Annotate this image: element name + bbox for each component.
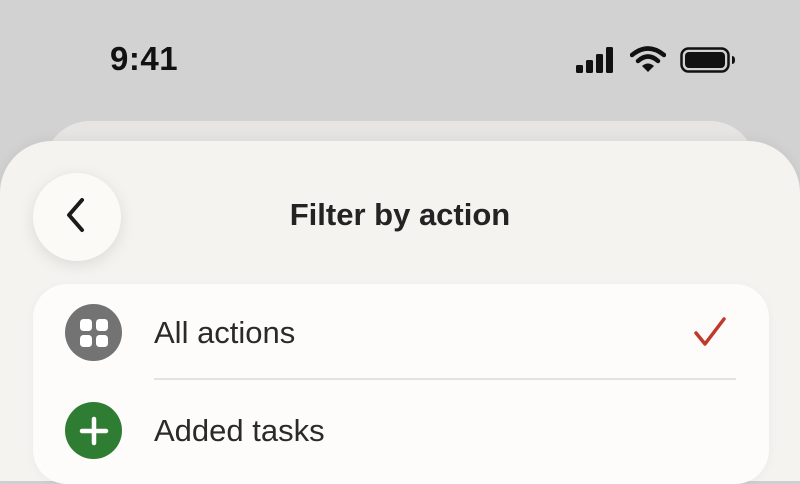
- cellular-signal-icon: [576, 46, 616, 73]
- status-icons: [576, 46, 736, 73]
- wifi-icon: [630, 46, 666, 73]
- grid-icon: [65, 304, 122, 361]
- status-bar: 9:41: [0, 0, 800, 120]
- list-item-label: All actions: [154, 315, 296, 350]
- checkmark-icon: [693, 316, 727, 353]
- list-item-added-tasks[interactable]: Added tasks: [33, 382, 769, 478]
- list-item-label: Added tasks: [154, 413, 325, 448]
- filter-list: All actions Added tasks: [33, 284, 769, 484]
- status-time: 9:41: [110, 40, 179, 77]
- page-title: Filter by action: [289, 197, 511, 232]
- list-item-all-actions[interactable]: All actions: [33, 284, 769, 380]
- divider: [154, 378, 736, 380]
- plus-icon: [65, 402, 122, 459]
- battery-icon: [680, 46, 736, 73]
